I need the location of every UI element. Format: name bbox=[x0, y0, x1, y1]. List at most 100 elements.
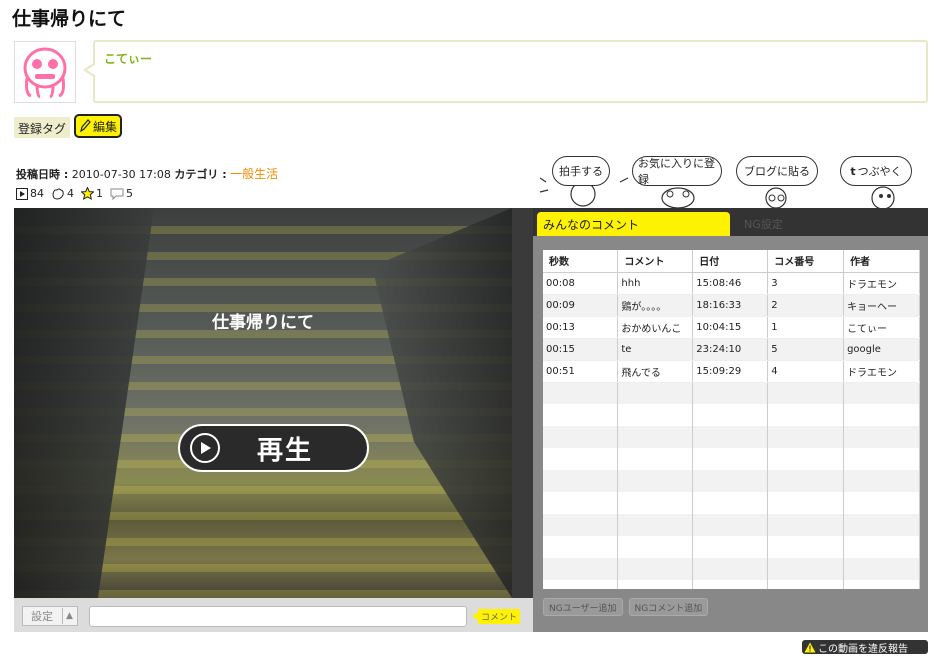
edit-tags-button[interactable]: 編集 bbox=[74, 114, 122, 138]
user-comment-bubble: こてぃー bbox=[83, 40, 928, 103]
comment-count-value: 5 bbox=[126, 187, 133, 200]
cell-date: 18:16:33 bbox=[692, 294, 769, 317]
category-link[interactable]: 一般生活 bbox=[230, 167, 278, 181]
comment-count: 5 bbox=[110, 187, 133, 200]
warning-icon bbox=[804, 642, 816, 652]
triangle-up-icon: ▲ bbox=[66, 611, 73, 621]
tweet-button[interactable]: t つぶやく bbox=[840, 156, 912, 186]
favorite-label: お気に入りに登録 bbox=[638, 157, 715, 186]
play-button[interactable]: 再生 bbox=[178, 424, 369, 472]
cell-seconds: 00:13 bbox=[543, 316, 619, 339]
column-header-author[interactable]: 作者 bbox=[843, 250, 920, 273]
empty-row bbox=[543, 470, 920, 492]
cell-comment-number: 2 bbox=[767, 294, 845, 317]
comment-panel: みんなのコメント NG設定 秒数 コメント 日付 コメ番号 作者 00:08 h… bbox=[533, 208, 928, 632]
cell-seconds: 00:15 bbox=[543, 338, 619, 361]
settings-button[interactable]: 設定 ▲ bbox=[22, 606, 78, 626]
page-title: 仕事帰りにて bbox=[12, 8, 127, 30]
clap-count-value: 4 bbox=[67, 187, 74, 200]
column-header-date[interactable]: 日付 bbox=[692, 250, 769, 273]
table-row[interactable]: 00:13 おかめいんこ 10:04:15 1 こてぃー bbox=[543, 316, 920, 339]
comment-input[interactable] bbox=[89, 606, 467, 627]
column-header-comment[interactable]: コメント bbox=[617, 250, 694, 273]
cell-comment-number: 1 bbox=[767, 316, 845, 339]
add-ng-user-button[interactable]: NGユーザー追加 bbox=[543, 598, 623, 616]
pencil-icon bbox=[80, 119, 91, 133]
empty-row bbox=[543, 492, 920, 514]
star-icon bbox=[81, 187, 94, 200]
cell-date: 10:04:15 bbox=[692, 316, 769, 339]
cell-seconds: 00:09 bbox=[543, 294, 619, 317]
settings-label: 設定 bbox=[23, 608, 63, 624]
comment-submit-button[interactable]: コメント bbox=[472, 609, 520, 624]
favorite-count: 1 bbox=[81, 187, 103, 200]
cell-comment: te bbox=[617, 338, 694, 361]
cell-author: ドラエモン bbox=[843, 360, 920, 383]
video-title: 仕事帰りにて bbox=[212, 313, 314, 333]
posted-date: 2010-07-30 17:08 bbox=[71, 168, 171, 181]
table-row[interactable]: 00:51 飛んでる 15:09:29 4 ドラエモン bbox=[543, 360, 920, 383]
posted-label: 投稿日時 : bbox=[16, 168, 69, 181]
cell-comment: 飛んでる bbox=[617, 360, 694, 383]
cell-seconds: 00:51 bbox=[543, 360, 619, 383]
comment-table: 秒数 コメント 日付 コメ番号 作者 00:08 hhh 15:08:46 3 … bbox=[543, 250, 920, 589]
report-label: この動画を違反報告 bbox=[818, 643, 908, 655]
cell-comment-number: 5 bbox=[767, 338, 845, 361]
empty-row bbox=[543, 404, 920, 426]
cell-author: ドラエモン bbox=[843, 272, 920, 295]
avatar[interactable] bbox=[14, 41, 76, 103]
tab-ng-settings[interactable]: NG設定 bbox=[744, 216, 783, 232]
comment-panel-body: 秒数 コメント 日付 コメ番号 作者 00:08 hhh 15:08:46 3 … bbox=[533, 236, 928, 632]
blog-embed-button[interactable]: ブログに貼る bbox=[736, 156, 818, 186]
video-stats: 84 4 1 5 bbox=[16, 187, 133, 200]
clap-button[interactable]: 拍手する bbox=[552, 156, 610, 186]
empty-row bbox=[543, 580, 920, 589]
empty-row bbox=[543, 382, 920, 404]
column-header-seconds[interactable]: 秒数 bbox=[543, 250, 619, 273]
cell-date: 15:08:46 bbox=[692, 272, 769, 295]
tab-all-comments[interactable]: みんなのコメント bbox=[537, 212, 730, 243]
empty-row bbox=[543, 558, 920, 580]
cell-comment: 鶏が。。。。 bbox=[617, 294, 694, 317]
table-row[interactable]: 00:09 鶏が。。。。 18:16:33 2 キョーヘー bbox=[543, 294, 920, 317]
video-screen[interactable]: 仕事帰りにて 再生 bbox=[14, 208, 512, 598]
twitter-t-icon: t bbox=[850, 164, 856, 178]
ng-button-group: NGユーザー追加 NGコメント追加 bbox=[543, 598, 709, 616]
add-favorite-button[interactable]: お気に入りに登録 bbox=[632, 156, 722, 186]
cell-comment: hhh bbox=[617, 272, 694, 295]
play-count-icon bbox=[16, 187, 28, 200]
blog-label: ブログに貼る bbox=[744, 165, 810, 178]
post-meta: 投稿日時 : 2010-07-30 17:08 カテゴリ : 一般生活 bbox=[16, 165, 278, 182]
comment-table-wrapper[interactable]: 秒数 コメント 日付 コメ番号 作者 00:08 hhh 15:08:46 3 … bbox=[543, 250, 920, 589]
empty-row bbox=[543, 426, 920, 448]
table-row[interactable]: 00:08 hhh 15:08:46 3 ドラエモン bbox=[543, 272, 920, 295]
cell-comment-number: 4 bbox=[767, 360, 845, 383]
clap-hand-icon bbox=[52, 188, 64, 200]
octopus-avatar-icon bbox=[23, 47, 67, 99]
player-control-bar: 設定 ▲ コメント bbox=[14, 598, 533, 632]
play-count: 84 bbox=[16, 187, 44, 200]
category-label: カテゴリ : bbox=[174, 168, 227, 181]
table-row[interactable]: 00:15 te 23:24:10 5 google bbox=[543, 338, 920, 361]
cell-comment: おかめいんこ bbox=[617, 316, 694, 339]
action-buttons: 拍手する お気に入りに登録 ブログに貼る t つぶやく bbox=[538, 152, 938, 208]
speech-bubble-icon bbox=[110, 188, 124, 200]
add-ng-comment-button[interactable]: NGコメント追加 bbox=[628, 598, 709, 616]
cell-comment-number: 3 bbox=[767, 272, 845, 295]
column-header-comment-number[interactable]: コメ番号 bbox=[767, 250, 845, 273]
tweet-label: つぶやく bbox=[857, 165, 902, 178]
play-icon bbox=[190, 433, 220, 463]
cell-author: こてぃー bbox=[843, 316, 920, 339]
empty-row bbox=[543, 536, 920, 558]
cell-seconds: 00:08 bbox=[543, 272, 619, 295]
play-count-value: 84 bbox=[30, 187, 44, 200]
empty-row bbox=[543, 514, 920, 536]
report-violation-button[interactable]: この動画を違反報告 bbox=[802, 640, 928, 655]
cell-date: 15:09:29 bbox=[692, 360, 769, 383]
username-link[interactable]: こてぃー bbox=[104, 50, 152, 67]
edit-label: 編集 bbox=[93, 119, 118, 134]
cell-author: google bbox=[843, 338, 920, 361]
favorite-count-value: 1 bbox=[96, 187, 103, 200]
cell-author: キョーヘー bbox=[843, 294, 920, 317]
cell-date: 23:24:10 bbox=[692, 338, 769, 361]
